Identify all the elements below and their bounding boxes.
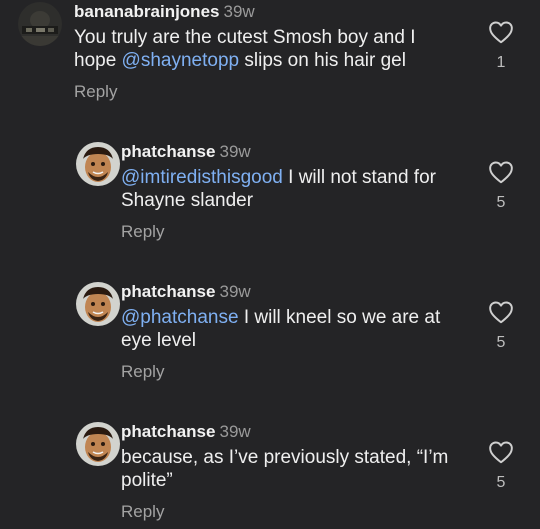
timestamp: 39w (219, 422, 251, 441)
like-button[interactable]: 1 (481, 20, 521, 72)
comment-text: @imtiredisthisgood I will not stand for … (121, 167, 436, 211)
comment-thread: bananabrainjones 39w You truly are the cu… (0, 0, 540, 529)
like-count: 5 (496, 474, 506, 491)
like-count: 5 (496, 334, 506, 351)
face-photo-avatar-icon (76, 282, 120, 326)
like-button[interactable]: 5 (481, 440, 521, 492)
mention-link[interactable]: @imtiredisthisgood (121, 167, 283, 188)
avatar[interactable] (76, 142, 120, 186)
reply-comment: phatchanse 39w because, as I’ve previousl… (0, 420, 540, 529)
reply-button[interactable]: Reply (121, 502, 164, 522)
heart-outline-icon (489, 301, 513, 324)
like-button[interactable]: 5 (481, 300, 521, 352)
mention-link[interactable]: @phatchanse (121, 307, 239, 328)
like-count: 1 (496, 54, 506, 71)
reply-button[interactable]: Reply (121, 222, 164, 242)
like-button[interactable]: 5 (481, 160, 521, 212)
username[interactable]: phatchanse (121, 422, 215, 441)
timestamp: 39w (219, 282, 251, 301)
reply-comment: phatchanse 39w @imtiredisthisgood I will … (0, 140, 540, 250)
like-count: 5 (496, 194, 506, 211)
username[interactable]: phatchanse (121, 142, 215, 161)
avatar[interactable] (76, 422, 120, 466)
avatar[interactable] (76, 282, 120, 326)
username[interactable]: phatchanse (121, 282, 215, 301)
heart-outline-icon (489, 441, 513, 464)
reply-comment: phatchanse 39w @phatchanse I will kneel s… (0, 280, 540, 390)
heart-outline-icon (489, 161, 513, 184)
comment-text: @phatchanse I will kneel so we are at ey… (121, 307, 441, 351)
face-photo-avatar-icon (76, 142, 120, 186)
reply-button[interactable]: Reply (121, 362, 164, 382)
comment-text: You truly are the cutest Smosh boy and I… (74, 27, 416, 71)
username[interactable]: bananabrainjones (74, 2, 219, 21)
comment: bananabrainjones 39w You truly are the cu… (0, 0, 540, 110)
heart-outline-icon (489, 21, 513, 44)
dark-photo-avatar-icon (18, 2, 62, 46)
reply-button[interactable]: Reply (74, 82, 117, 102)
face-photo-avatar-icon (76, 422, 120, 466)
mention-link[interactable]: @shaynetopp (122, 50, 240, 71)
timestamp: 39w (223, 2, 255, 21)
comment-text: because, as I’ve previously stated, “I’m… (121, 447, 449, 491)
timestamp: 39w (219, 142, 251, 161)
avatar[interactable] (18, 2, 62, 46)
